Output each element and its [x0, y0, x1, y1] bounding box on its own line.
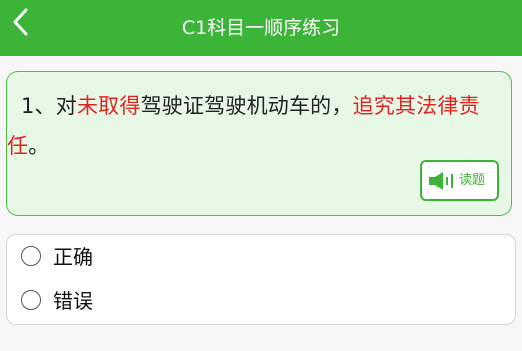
- speaker-icon: [429, 172, 453, 190]
- radio-button[interactable]: [21, 246, 41, 266]
- read-question-button[interactable]: 读题: [420, 160, 499, 201]
- option-label: 正确: [53, 245, 93, 269]
- question-text: 1、对未取得驾驶证驾驶机动车的，追究其法律责任。: [7, 86, 510, 166]
- question-keyword: 未取得: [76, 94, 141, 118]
- option-true[interactable]: 正确: [19, 241, 319, 275]
- question-segment: 。: [28, 134, 50, 158]
- title-bar: C1科目一顺序练习: [0, 0, 522, 56]
- read-question-label: 读题: [459, 173, 486, 188]
- option-false[interactable]: 错误: [19, 285, 319, 319]
- question-segment: 驾驶证驾驶机动车的，: [140, 94, 353, 118]
- page-title: C1科目一顺序练习: [181, 17, 341, 39]
- option-label: 错误: [53, 289, 93, 313]
- radio-button[interactable]: [21, 290, 41, 310]
- options-card: 正确 错误: [6, 234, 516, 325]
- question-number: 1、: [21, 94, 56, 118]
- question-card: 1、对未取得驾驶证驾驶机动车的，追究其法律责任。 读题: [6, 71, 512, 216]
- question-segment: 对: [55, 94, 77, 118]
